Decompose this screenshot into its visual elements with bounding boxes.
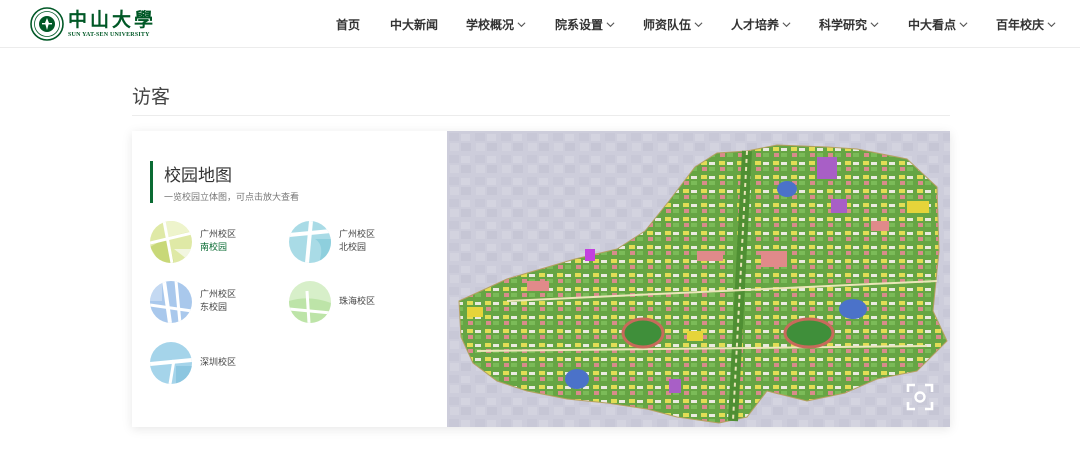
nav-item-centennial[interactable]: 百年校庆 <box>996 16 1056 32</box>
card-heading: 校园地图 <box>164 166 232 186</box>
card-subtitle: 一览校园立体图，可点击放大查看 <box>164 193 300 203</box>
nav-item-research[interactable]: 科学研究 <box>819 16 879 32</box>
south-campus-thumb <box>150 221 192 263</box>
nav-label: 学校概况 <box>466 17 515 32</box>
campus-item-east[interactable]: 广州校区 东校园 <box>150 281 236 323</box>
site-header: 中山大學 SUN YAT-SEN UNIVERSITY 首页 中大新闻 学校概况… <box>0 0 1080 48</box>
zhuhai-campus-thumb <box>289 281 331 323</box>
campus-location: 广州校区 <box>339 230 376 240</box>
title-divider <box>132 115 950 116</box>
chevron-down-icon <box>694 21 703 27</box>
north-campus-thumb <box>289 221 331 263</box>
nav-item-faculty[interactable]: 师资队伍 <box>643 16 703 32</box>
east-campus-thumb <box>150 281 192 323</box>
nav-label: 百年校庆 <box>996 17 1045 32</box>
campus-location: 珠海校区 <box>339 296 376 307</box>
campus-location: 广州校区 <box>200 230 237 240</box>
nav-label: 科学研究 <box>819 17 868 32</box>
nav-label: 中大新闻 <box>390 17 439 32</box>
chevron-down-icon <box>1047 21 1056 27</box>
campus-item-zhuhai[interactable]: 珠海校区 <box>289 281 375 323</box>
campus-item-shenzhen[interactable]: 深圳校区 <box>150 342 236 384</box>
nav-item-education[interactable]: 人才培养 <box>731 16 791 32</box>
page-title: 访客 <box>132 86 171 108</box>
campus-location: 广州校区 <box>200 290 237 300</box>
campus-name: 东校园 <box>200 303 228 313</box>
chevron-down-icon <box>782 21 791 27</box>
nav-item-highlights[interactable]: 中大看点 <box>908 16 968 32</box>
shenzhen-campus-thumb <box>150 342 192 384</box>
nav-label: 师资队伍 <box>643 17 692 32</box>
nav-label: 中大看点 <box>908 17 957 32</box>
heading-accent-bar <box>150 161 153 203</box>
campus-map-image[interactable] <box>447 131 950 427</box>
chevron-down-icon <box>870 21 879 27</box>
campus-list-panel: 校园地图 一览校园立体图，可点击放大查看 广州校区 南校园 广州校区 北校园 广… <box>132 131 447 427</box>
campus-item-south[interactable]: 广州校区 南校园 <box>150 221 236 263</box>
nav-item-news[interactable]: 中大新闻 <box>390 16 438 32</box>
main-nav: 首页 中大新闻 学校概况 院系设置 师资队伍 人才培养 科学研究 中大看点 百年… <box>0 0 1080 48</box>
chevron-down-icon <box>517 21 526 27</box>
nav-label: 首页 <box>336 17 361 32</box>
nav-label: 人才培养 <box>731 17 780 32</box>
nav-item-overview[interactable]: 学校概况 <box>466 16 526 32</box>
campus-item-north[interactable]: 广州校区 北校园 <box>289 221 375 263</box>
fullscreen-zoom-icon[interactable] <box>904 381 936 413</box>
campus-name: 北校园 <box>339 243 367 253</box>
chevron-down-icon <box>606 21 615 27</box>
nav-label: 院系设置 <box>555 17 604 32</box>
nav-item-home[interactable]: 首页 <box>336 16 360 32</box>
campus-map-card: 校园地图 一览校园立体图，可点击放大查看 广州校区 南校园 广州校区 北校园 广… <box>132 131 950 427</box>
chevron-down-icon <box>959 21 968 27</box>
campus-name: 南校园 <box>200 243 228 253</box>
campus-location: 深圳校区 <box>200 357 237 368</box>
nav-item-departments[interactable]: 院系设置 <box>555 16 615 32</box>
